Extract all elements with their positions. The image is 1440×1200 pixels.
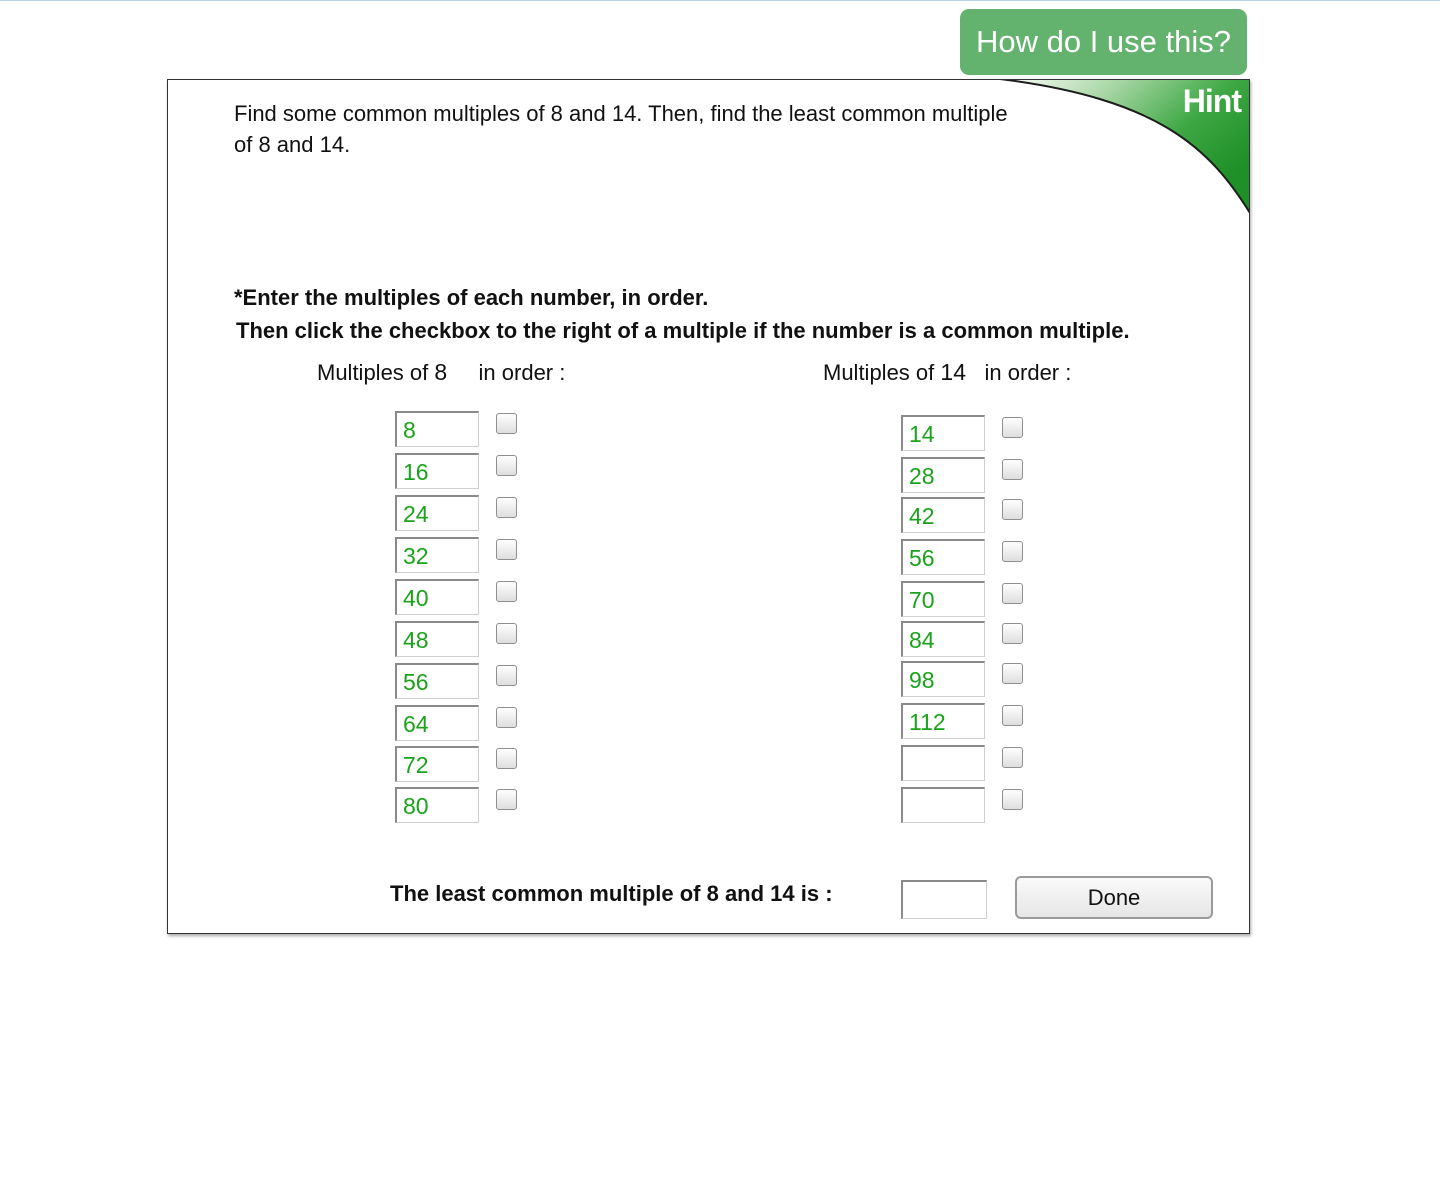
right-column-multiple-input[interactable]: 84 bbox=[901, 621, 985, 657]
left-column-multiple-input[interactable]: 32 bbox=[395, 537, 479, 573]
right-column-common-multiple-checkbox[interactable] bbox=[1002, 541, 1023, 562]
top-border-line bbox=[0, 0, 1440, 1]
left-column-common-multiple-checkbox[interactable] bbox=[496, 497, 517, 518]
left-column-multiple-input[interactable]: 56 bbox=[395, 663, 479, 699]
question-text: Find some common multiples of 8 and 14. … bbox=[234, 101, 1008, 157]
right-column-common-multiple-checkbox[interactable] bbox=[1002, 747, 1023, 768]
instructions-line-1: *Enter the multiples of each number, in … bbox=[234, 285, 709, 310]
left-column-multiple-input[interactable]: 48 bbox=[395, 621, 479, 657]
left-column-multiple-input[interactable]: 16 bbox=[395, 453, 479, 489]
right-column-multiple-input[interactable]: 112 bbox=[901, 703, 985, 739]
right-column-label: Multiples of 14 in order : bbox=[823, 359, 1071, 386]
left-column-common-multiple-checkbox[interactable] bbox=[496, 539, 517, 560]
right-column-common-multiple-checkbox[interactable] bbox=[1002, 499, 1023, 520]
left-column-common-multiple-checkbox[interactable] bbox=[496, 789, 517, 810]
right-column-multiple-input[interactable] bbox=[901, 787, 985, 823]
how-do-i-use-this-button[interactable]: How do I use this? bbox=[960, 9, 1247, 75]
left-label-number: 8 bbox=[434, 359, 448, 385]
right-column-multiple-input[interactable]: 56 bbox=[901, 539, 985, 575]
right-column-common-multiple-checkbox[interactable] bbox=[1002, 417, 1023, 438]
left-column-common-multiple-checkbox[interactable] bbox=[496, 748, 517, 769]
left-column-common-multiple-checkbox[interactable] bbox=[496, 707, 517, 728]
lcm-prompt: The least common multiple of 8 and 14 is… bbox=[390, 881, 833, 906]
done-button[interactable]: Done bbox=[1015, 876, 1213, 919]
left-label-suffix: in order : bbox=[478, 360, 566, 385]
left-column-common-multiple-checkbox[interactable] bbox=[496, 665, 517, 686]
right-column-common-multiple-checkbox[interactable] bbox=[1002, 789, 1023, 810]
right-label-number: 14 bbox=[940, 359, 966, 385]
right-column-multiple-input[interactable]: 28 bbox=[901, 457, 985, 493]
right-column-multiple-input[interactable]: 98 bbox=[901, 661, 985, 697]
left-column-common-multiple-checkbox[interactable] bbox=[496, 455, 517, 476]
instructions-line-2: Then click the checkbox to the right of … bbox=[236, 318, 1130, 343]
right-column-common-multiple-checkbox[interactable] bbox=[1002, 663, 1023, 684]
right-column-multiple-input[interactable]: 14 bbox=[901, 415, 985, 451]
right-column-common-multiple-checkbox[interactable] bbox=[1002, 705, 1023, 726]
right-label-prefix: Multiples of bbox=[823, 360, 935, 385]
left-label-prefix: Multiples of bbox=[317, 360, 429, 385]
left-column-multiple-input[interactable]: 40 bbox=[395, 579, 479, 615]
instructions: *Enter the multiples of each number, in … bbox=[234, 281, 1130, 347]
lcm-answer-input[interactable] bbox=[901, 880, 987, 919]
left-column-multiple-input[interactable]: 8 bbox=[395, 411, 479, 447]
right-label-suffix: in order : bbox=[984, 360, 1072, 385]
hint-corner[interactable]: Hint bbox=[1000, 80, 1249, 213]
exercise-panel: Hint Find some common multiples of 8 and… bbox=[167, 79, 1250, 934]
left-column-common-multiple-checkbox[interactable] bbox=[496, 581, 517, 602]
left-column-multiple-input[interactable]: 80 bbox=[395, 787, 479, 823]
right-column-common-multiple-checkbox[interactable] bbox=[1002, 583, 1023, 604]
right-column-multiple-input[interactable]: 42 bbox=[901, 497, 985, 533]
right-column-common-multiple-checkbox[interactable] bbox=[1002, 459, 1023, 480]
left-column-label: Multiples of 8 in order : bbox=[317, 359, 565, 386]
left-column-multiple-input[interactable]: 24 bbox=[395, 495, 479, 531]
left-column-common-multiple-checkbox[interactable] bbox=[496, 413, 517, 434]
right-column-multiple-input[interactable]: 70 bbox=[901, 581, 985, 617]
left-column-multiple-input[interactable]: 72 bbox=[395, 746, 479, 782]
hint-label: Hint bbox=[1182, 83, 1242, 119]
right-column-common-multiple-checkbox[interactable] bbox=[1002, 623, 1023, 644]
left-column-multiple-input[interactable]: 64 bbox=[395, 705, 479, 741]
right-column-multiple-input[interactable] bbox=[901, 745, 985, 781]
left-column-common-multiple-checkbox[interactable] bbox=[496, 623, 517, 644]
